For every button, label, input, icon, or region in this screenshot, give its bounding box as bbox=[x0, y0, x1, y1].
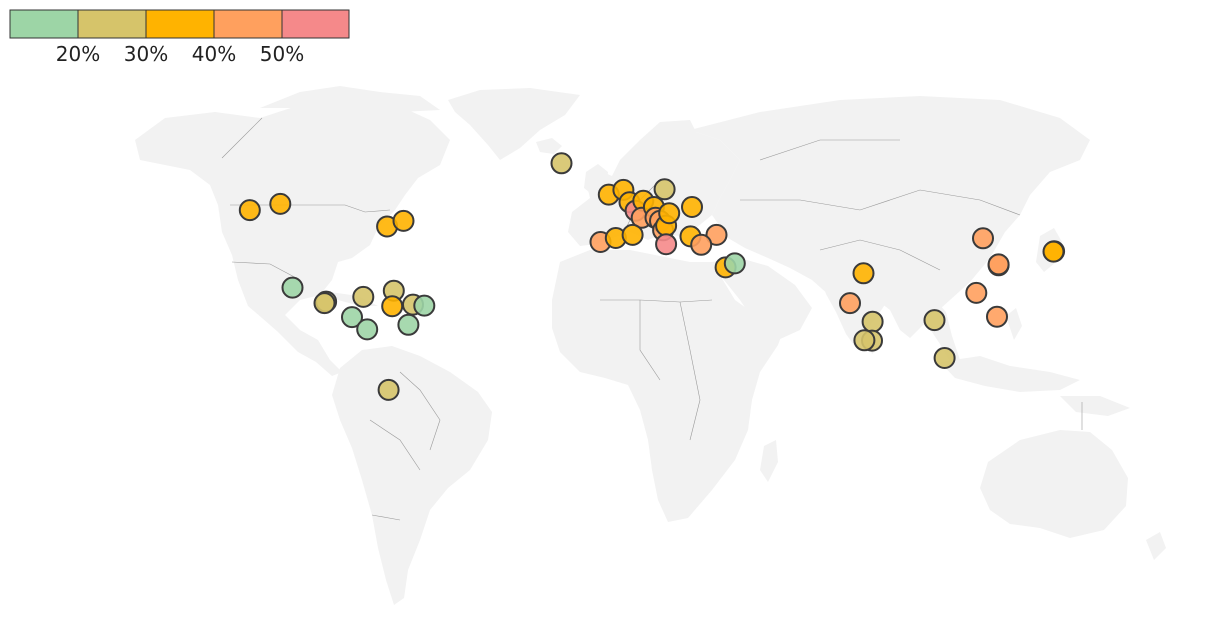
city-marker[interactable] bbox=[853, 329, 876, 352]
city-marker[interactable] bbox=[356, 318, 379, 341]
land-iceland bbox=[536, 138, 562, 154]
city-marker[interactable] bbox=[658, 202, 681, 225]
legend-tick-label: 40% bbox=[192, 42, 236, 66]
land-greenland bbox=[448, 88, 580, 160]
city-marker[interactable] bbox=[681, 196, 703, 218]
city-marker[interactable] bbox=[281, 276, 304, 299]
city-marker[interactable] bbox=[987, 253, 1010, 276]
land-philippines bbox=[1006, 308, 1022, 340]
city-marker[interactable] bbox=[852, 262, 875, 285]
city-marker[interactable] bbox=[690, 233, 713, 256]
land-australia bbox=[980, 430, 1128, 538]
legend-tick-label: 50% bbox=[260, 42, 304, 66]
city-marker[interactable] bbox=[861, 310, 884, 333]
legend-swatch bbox=[9, 9, 79, 39]
legend-tick-label: 30% bbox=[124, 42, 168, 66]
city-marker[interactable] bbox=[965, 281, 988, 304]
city-marker[interactable] bbox=[397, 313, 420, 336]
legend-swatch bbox=[145, 9, 215, 39]
land-indonesia bbox=[940, 356, 1080, 392]
city-marker[interactable] bbox=[413, 294, 436, 317]
city-marker[interactable] bbox=[381, 295, 404, 318]
city-marker[interactable] bbox=[377, 378, 400, 401]
city-marker[interactable] bbox=[972, 227, 994, 250]
land-new-guinea bbox=[1060, 396, 1130, 416]
legend-swatch bbox=[281, 9, 350, 39]
city-marker[interactable] bbox=[723, 252, 746, 275]
city-marker[interactable] bbox=[923, 309, 946, 332]
color-legend: 20% 30% 40% 50% bbox=[9, 9, 350, 66]
legend-swatch bbox=[213, 9, 283, 39]
city-marker[interactable] bbox=[392, 209, 415, 232]
land-north-america bbox=[135, 98, 450, 376]
world-map: 20% 30% 40% 50% bbox=[9, 9, 1166, 605]
city-marker[interactable] bbox=[313, 292, 336, 315]
legend-swatch bbox=[77, 9, 147, 39]
city-marker[interactable] bbox=[352, 285, 375, 308]
city-marker[interactable] bbox=[653, 178, 676, 201]
city-marker[interactable] bbox=[933, 347, 956, 369]
land-madagascar bbox=[760, 440, 778, 482]
city-marker[interactable] bbox=[655, 233, 678, 256]
city-marker[interactable] bbox=[238, 199, 261, 222]
land-south-america bbox=[332, 346, 492, 605]
legend-tick-label: 20% bbox=[56, 42, 100, 66]
city-marker[interactable] bbox=[986, 305, 1008, 328]
land-new-zealand bbox=[1146, 532, 1166, 560]
city-marker[interactable] bbox=[550, 152, 573, 175]
city-marker[interactable] bbox=[269, 192, 292, 215]
landmasses bbox=[135, 86, 1166, 605]
city-marker[interactable] bbox=[621, 223, 644, 246]
city-marker[interactable] bbox=[839, 292, 861, 315]
city-marker[interactable] bbox=[1042, 240, 1065, 263]
